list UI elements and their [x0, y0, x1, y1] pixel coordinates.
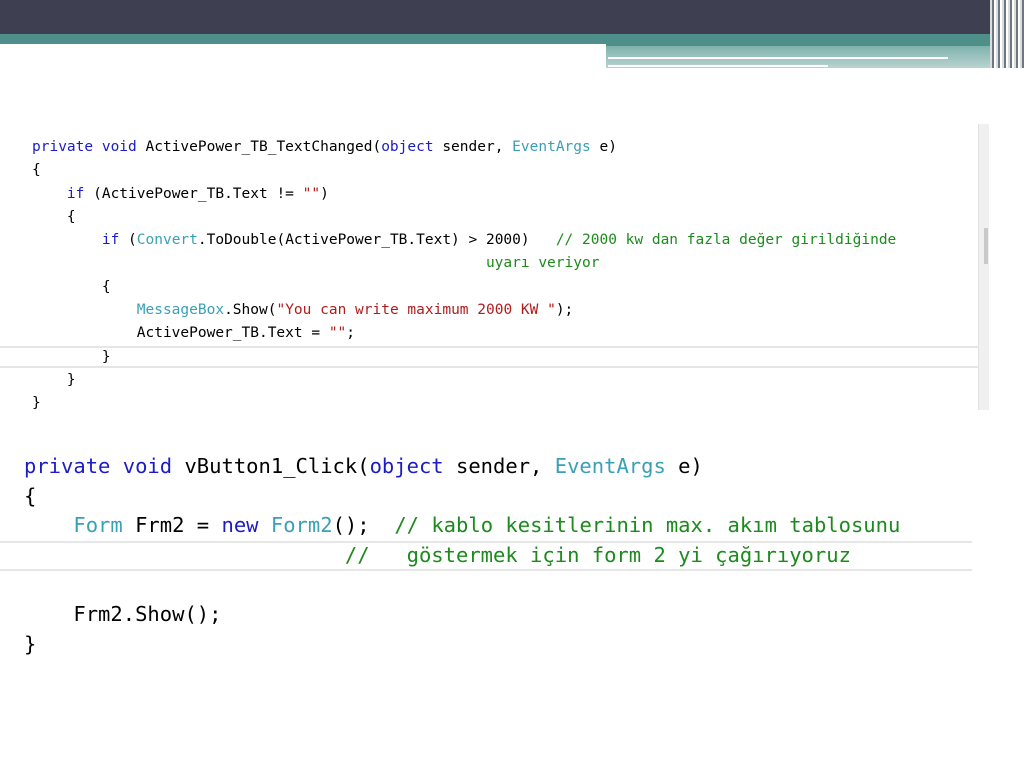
code-line: ActivePower_TB.Text = ""; [32, 322, 896, 345]
header-rule-1 [608, 57, 948, 59]
code-line: } [32, 392, 896, 415]
code-string: "" [302, 185, 321, 202]
code-token: vButton1_Click( [184, 454, 370, 478]
header-stripes [990, 0, 1024, 68]
code-token: sender, [443, 454, 555, 478]
code-token: { [32, 278, 111, 295]
code-type: Form [73, 513, 123, 538]
code-line: } [32, 369, 896, 392]
header-divider [0, 44, 606, 50]
code-token: Frm2 = [122, 513, 222, 538]
code-token: .Show( [224, 302, 277, 319]
code-comment: uyarı veriyor [485, 255, 600, 272]
code-keyword: object [381, 139, 434, 155]
code-token: e) [665, 454, 703, 478]
code-line: { [32, 206, 896, 229]
code-token: } [32, 348, 111, 365]
code-line: private void ActivePower_TB_TextChanged(… [32, 136, 896, 159]
code-line: if (Convert.ToDouble(ActivePower_TB.Text… [32, 229, 896, 252]
code-token: ); [555, 302, 574, 319]
code-token: (ActivePower_TB.Text != [84, 185, 303, 202]
code-token: Frm2.Show(); [24, 601, 222, 626]
code-comment: // göstermek için form 2 yi çağırıyoruz [344, 542, 851, 567]
code-string: "You can write maximum 2000 KW " [276, 302, 556, 319]
code-token: ) [320, 185, 329, 202]
code-type: Form2 [270, 513, 333, 538]
code-token: } [24, 631, 37, 656]
code-token: sender, [433, 139, 513, 155]
code-block-button-click: private void vButton1_Click(object sende… [24, 452, 900, 659]
code-keyword: new [221, 513, 259, 538]
code-token: ActivePower_TB_TextChanged( [145, 139, 382, 155]
code-type: Convert [136, 232, 198, 249]
code-token: } [32, 395, 41, 412]
code-line: MessageBox.Show("You can write maximum 2… [32, 299, 896, 322]
code-token: { [32, 208, 76, 225]
code-line: // göstermek için form 2 yi çağırıyoruz [24, 541, 900, 571]
code-token: .ToDouble(ActivePower_TB.Text) > 2000) [197, 232, 556, 249]
code-keyword: private void [32, 139, 146, 155]
code-line: uyarı veriyor [32, 252, 896, 275]
scrollbar-thumb [984, 228, 988, 264]
code-token: e) [590, 139, 617, 155]
code-type: EventArgs [512, 139, 591, 155]
code-line: Frm2.Show(); [24, 600, 900, 630]
code-block-textchanged: private void ActivePower_TB_TextChanged(… [32, 136, 896, 416]
header-rule-2 [608, 65, 828, 67]
code-line: { [24, 482, 900, 512]
code-token: ActivePower_TB.Text = [32, 325, 329, 342]
code-token: { [24, 483, 37, 508]
code-token: (); [332, 513, 395, 538]
code-line: { [32, 276, 896, 299]
header-bar [0, 0, 1024, 34]
code-keyword: object [369, 454, 444, 478]
code-line: } [24, 630, 900, 660]
code-token: } [32, 371, 76, 388]
code-token: ( [119, 232, 137, 249]
code-line: } [32, 346, 896, 369]
code-string: "" [328, 325, 347, 342]
code-line: if (ActivePower_TB.Text != "") [32, 183, 896, 206]
code-comment: // kablo kesitlerinin max. akım tablosun… [394, 513, 901, 538]
slide: private void ActivePower_TB_TextChanged(… [0, 0, 1024, 768]
code-keyword: private void [24, 454, 185, 478]
code-keyword: if [101, 232, 120, 249]
code-line: Form Frm2 = new Form2(); // kablo kesitl… [24, 511, 900, 541]
code-line: private void vButton1_Click(object sende… [24, 452, 900, 482]
code-token: ; [346, 325, 356, 342]
code-type: EventArgs [554, 454, 666, 478]
code-line: { [32, 159, 896, 182]
code-token: { [32, 162, 41, 179]
code-comment: // 2000 kw dan fazla değer girildiğinde [555, 232, 897, 249]
scrollbar-track [978, 124, 989, 410]
code-keyword: if [66, 185, 85, 202]
code-type: MessageBox [136, 302, 225, 319]
